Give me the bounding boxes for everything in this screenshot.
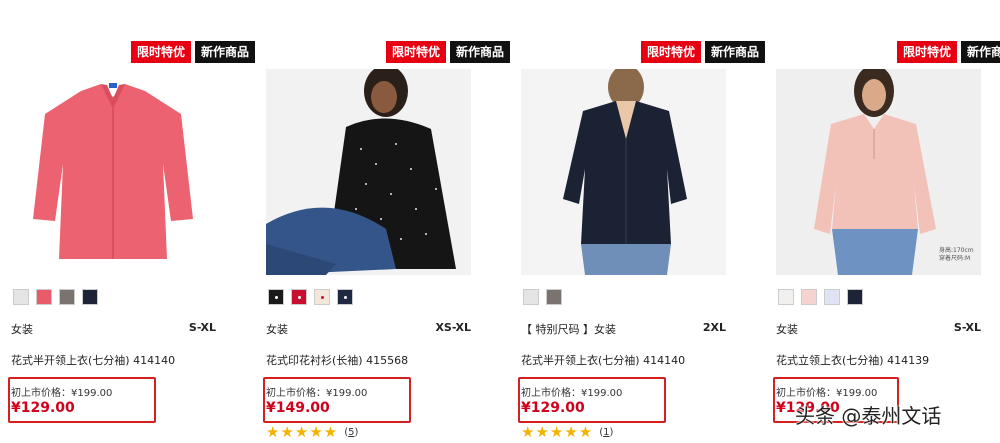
new-badge: 新作商品 (449, 41, 510, 63)
star-rating-icon: ★★★★★ (266, 423, 339, 441)
color-swatch[interactable] (36, 289, 52, 305)
color-swatches (523, 289, 562, 305)
product-title[interactable]: 花式半开领上衣(七分袖) 414140 (521, 352, 685, 368)
size-range: 2XL (702, 321, 726, 334)
color-swatch[interactable] (59, 289, 75, 305)
sale-badge: 限时特优 (640, 41, 701, 63)
product-grid: 限时特优 新作商品 女装 S-XL 花式半开领上衣(七分袖) 414140 初上… (0, 0, 1000, 443)
color-swatch[interactable] (801, 289, 817, 305)
original-price: 初上市价格：¥199.00 (11, 388, 113, 399)
category-label: 女装 (266, 323, 288, 336)
color-swatch[interactable] (337, 289, 353, 305)
product-card-4[interactable]: 限时特优 新作商品 身高:170cm 穿着尺码:M 女装 (773, 0, 1000, 443)
color-swatch[interactable] (523, 289, 539, 305)
star-rating-icon: ★★★★★ (521, 423, 594, 441)
polka-dot-icon (298, 296, 301, 299)
model-polka-dot-shirt-illustration (266, 69, 471, 275)
color-swatch[interactable] (847, 289, 863, 305)
sale-badge: 限时特优 (130, 41, 191, 63)
watermark-text: 头条 @泰州文话 (795, 404, 942, 428)
model-size-note: 身高:170cm 穿着尺码:M (939, 247, 974, 263)
product-image[interactable]: 身高:170cm 穿着尺码:M (776, 69, 981, 275)
size-range: S-XL (953, 321, 981, 334)
sale-price: ¥149.00 (266, 400, 330, 416)
color-swatch[interactable] (13, 289, 29, 305)
sale-price: ¥129.00 (521, 400, 585, 416)
category-label: 女装 (11, 323, 33, 336)
pink-blouse-illustration (11, 69, 216, 275)
color-swatches (268, 289, 353, 305)
product-image[interactable] (521, 69, 726, 275)
rating[interactable]: ★★★★★ (1) (521, 423, 613, 441)
color-swatches (778, 289, 863, 305)
badge-group: 限时特优 新作商品 (640, 41, 765, 63)
model-navy-blouse-illustration (521, 69, 726, 275)
color-swatch[interactable] (546, 289, 562, 305)
color-swatch[interactable] (778, 289, 794, 305)
color-swatch[interactable] (824, 289, 840, 305)
original-price: 初上市价格：¥199.00 (776, 388, 878, 399)
product-title[interactable]: 花式印花衬衫(长袖) 415568 (266, 352, 408, 368)
model-height-text: 身高:170cm (939, 247, 974, 254)
color-swatch[interactable] (268, 289, 284, 305)
polka-dot-icon (321, 296, 324, 299)
product-image[interactable] (266, 69, 471, 275)
color-swatch[interactable] (291, 289, 307, 305)
product-card-3[interactable]: 限时特优 新作商品 【 特别尺码 】女装 2XL 花式半开领上衣(七分袖) 41… (518, 0, 765, 443)
review-count[interactable]: (1) (599, 427, 613, 438)
original-price: 初上市价格：¥199.00 (521, 388, 623, 399)
badge-group: 限时特优 新作商品 (385, 41, 510, 63)
new-badge: 新作商品 (704, 41, 765, 63)
product-card-1[interactable]: 限时特优 新作商品 女装 S-XL 花式半开领上衣(七分袖) 414140 初上… (8, 0, 255, 443)
color-swatch[interactable] (82, 289, 98, 305)
color-swatches (13, 289, 98, 305)
sale-badge: 限时特优 (385, 41, 446, 63)
badge-group: 限时特优 新作商品 (896, 41, 1000, 63)
product-card-2[interactable]: 限时特优 新作商品 女装 XS-XL 花式印花衬衫(长袖) 415568 初上市… (263, 0, 510, 443)
model-pink-blouse-illustration (776, 69, 981, 275)
polka-dot-icon (275, 296, 278, 299)
polka-dot-icon (344, 296, 347, 299)
product-image[interactable] (11, 69, 216, 275)
model-wear-size-text: 穿着尺码:M (939, 255, 971, 262)
product-title[interactable]: 花式立领上衣(七分袖) 414139 (776, 352, 929, 368)
product-title[interactable]: 花式半开领上衣(七分袖) 414140 (11, 352, 175, 368)
new-badge: 新作商品 (960, 41, 1000, 63)
color-swatch[interactable] (314, 289, 330, 305)
badge-group: 限时特优 新作商品 (130, 41, 255, 63)
size-range: S-XL (188, 321, 216, 334)
category-label: 女装 (776, 323, 798, 336)
rating[interactable]: ★★★★★ (5) (266, 423, 358, 441)
new-badge: 新作商品 (194, 41, 255, 63)
sale-price: ¥129.00 (11, 400, 75, 416)
size-range: XS-XL (435, 321, 471, 334)
review-count[interactable]: (5) (344, 427, 358, 438)
category-label: 【 特别尺码 】女装 (521, 323, 616, 336)
original-price: 初上市价格：¥199.00 (266, 388, 368, 399)
sale-badge: 限时特优 (896, 41, 957, 63)
